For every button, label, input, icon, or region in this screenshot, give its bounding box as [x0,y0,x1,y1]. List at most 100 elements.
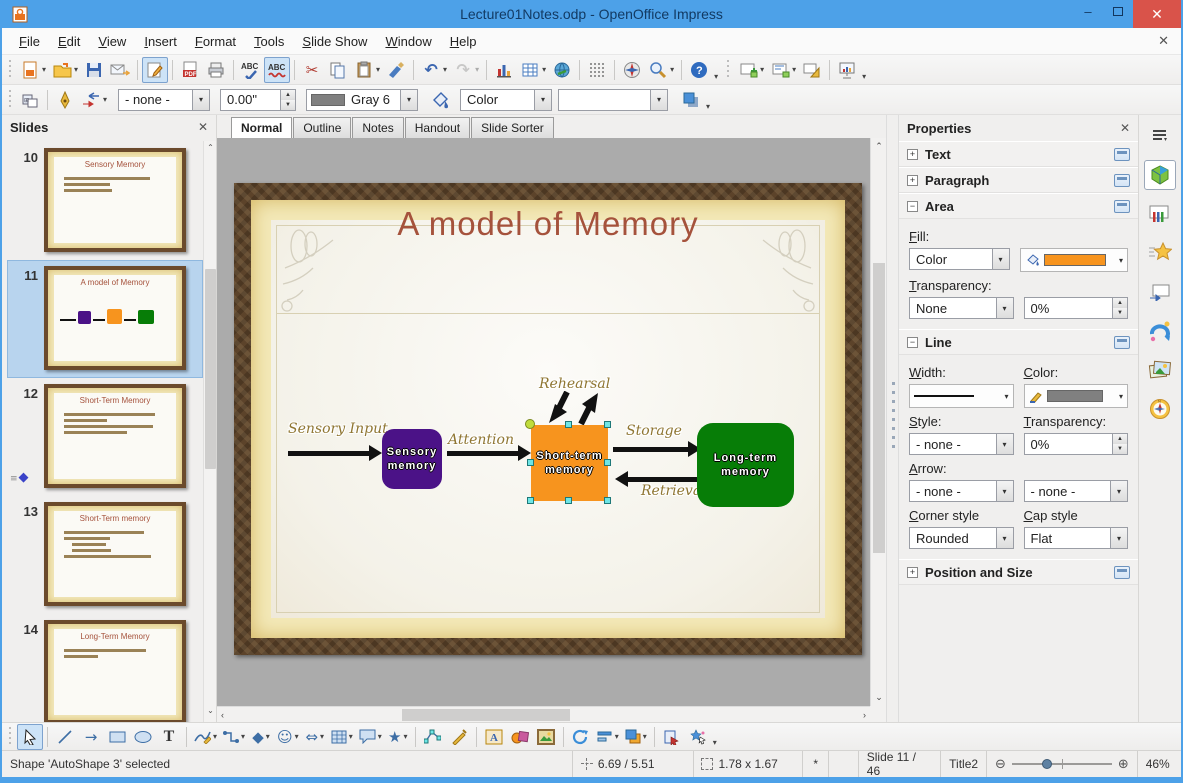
email-icon[interactable] [107,57,133,83]
scrollbar-thumb[interactable] [873,263,885,553]
toolbar-grip[interactable] [7,89,14,110]
slides-panel-scrollbar[interactable]: ⌃ ⌄ [203,141,216,722]
layout-name[interactable]: Title2 [941,751,986,777]
table-icon[interactable]: ▾ [517,57,549,83]
section-options-icon[interactable] [1114,173,1130,187]
sidebar-menu-icon[interactable] [1144,121,1176,151]
close-button[interactable]: ✕ [1133,0,1181,28]
autospellcheck-icon[interactable]: ABC [264,56,291,83]
box-short-term-memory[interactable]: Short-term memory [531,425,608,501]
redo-icon[interactable]: ↷ ▾ [450,57,482,83]
box-long-term-memory[interactable]: Long-term memory [697,423,794,507]
curve-icon[interactable]: ▾ [191,724,220,750]
shadow-icon[interactable] [678,87,704,113]
menu-tools[interactable]: Tools [245,30,293,53]
arrow-retrieval[interactable] [615,471,697,487]
horizontal-scrollbar[interactable]: ‹ › [217,706,870,722]
sidebar-splitter[interactable] [886,115,899,722]
zoom-percent[interactable]: 46% [1138,751,1181,777]
cap-style-select[interactable]: Flat ▾ [1023,527,1128,549]
arrow-sensory-input[interactable] [288,445,382,461]
line-style-select[interactable]: - none - ▾ [118,88,211,111]
slide-layout-icon[interactable]: ▾ [767,57,799,83]
box-sensory-memory[interactable]: Sensory memory [382,429,442,489]
section-line[interactable]: − Line [899,329,1138,355]
section-paragraph[interactable]: + Paragraph [899,167,1138,193]
section-options-icon[interactable] [1114,565,1130,579]
zoom-slider[interactable]: ⊖ ⊕ [987,757,1137,772]
toolbar-overflow-icon[interactable]: ▾ [706,102,710,111]
tab-slide-sorter[interactable]: Slide Sorter [471,117,554,138]
hyperlink-icon[interactable] [549,57,575,83]
rehearsal-arrows[interactable] [534,391,614,427]
close-document-icon[interactable]: ✕ [1158,33,1169,49]
slides-panel-close-icon[interactable]: ✕ [198,120,208,134]
gallery-icon[interactable] [1144,355,1176,385]
collapse-icon[interactable]: − [907,200,918,212]
section-text[interactable]: + Text [899,141,1138,167]
select-icon[interactable] [17,723,43,750]
basic-shapes-icon[interactable]: ◆ ▾ [248,724,274,750]
fontwork-icon[interactable]: A [481,724,507,750]
selection-handle[interactable] [527,497,534,504]
selection-handle[interactable] [565,421,572,428]
styles-formatting-icon[interactable] [1144,316,1176,346]
scrollbar-thumb[interactable] [205,269,216,469]
toolbar-grip[interactable] [7,726,14,747]
line-color-picker[interactable]: ▾ [1023,384,1128,408]
menu-slideshow[interactable]: Slide Show [293,30,376,53]
start-slideshow-icon[interactable] [834,57,860,83]
toolbar-grip[interactable] [725,59,733,80]
new-document-icon[interactable]: ▾ [17,57,49,83]
arrange-icon[interactable]: ▾ [622,724,650,750]
line-icon[interactable] [52,724,78,750]
spellcheck-icon[interactable]: ABC [238,57,264,83]
flowcharts-icon[interactable]: ▾ [328,724,356,750]
open-icon[interactable]: ▾ [49,57,81,83]
slide-canvas[interactable]: A model of Memory Sensory Input Sensory … [217,138,886,722]
text-icon[interactable]: T [156,724,182,750]
toolbar-overflow-icon[interactable]: ▾ [862,72,866,81]
slide-11[interactable]: A model of Memory Sensory Input Sensory … [234,183,862,655]
cut-icon[interactable]: ✂ [299,57,325,83]
fill-color-select[interactable]: ▾ [558,88,669,111]
position-size-icon[interactable]: ⊞ [17,87,43,113]
interaction-icon[interactable] [659,724,685,750]
selection-handle[interactable] [604,497,611,504]
navigator-tab-icon[interactable]: N [1144,394,1176,424]
scroll-up-icon[interactable]: ⌃ [204,143,217,157]
arrow-end-select[interactable]: - none - ▾ [1023,480,1128,502]
expand-icon[interactable]: + [907,148,918,160]
arrow-start-select[interactable]: - none - ▾ [909,480,1014,502]
master-pages-icon[interactable] [1144,199,1176,229]
transparency-value-input[interactable]: 0% ▲ ▼ [1023,297,1128,319]
selection-handle[interactable] [604,459,611,466]
zoom-icon[interactable]: ▾ [645,57,677,83]
line-transparency-input[interactable]: 0% ▲ ▼ [1023,433,1128,455]
zoom-out-icon[interactable]: ⊖ [995,757,1006,772]
scrollbar-thumb[interactable] [402,709,570,721]
label-attention[interactable]: Attention [448,432,514,448]
connector-icon[interactable]: ▾ [220,724,248,750]
tab-outline[interactable]: Outline [293,117,352,138]
line-width-input[interactable]: 0.00" ▲ ▼ [220,88,297,111]
zoom-in-icon[interactable]: ⊕ [1118,757,1129,772]
stars-icon[interactable]: ★ ▾ [385,724,411,750]
cursor-position[interactable]: 6.69 / 5.51 [573,751,693,777]
copy-icon[interactable] [325,57,351,83]
slide-thumbnail-11[interactable]: 11 A model of Memory [7,260,203,378]
slide-thumbnail-12[interactable]: 12 Short-Term Memory ◆ [8,379,202,495]
label-rehearsal[interactable]: Rehearsal [539,376,610,392]
symbol-shapes-icon[interactable]: ☺ ▾ [274,724,302,750]
fill-color-picker[interactable]: ▾ [1019,248,1128,272]
edit-file-icon[interactable] [142,56,169,83]
expand-icon[interactable]: + [907,566,918,578]
menu-file[interactable]: File [10,30,49,53]
menu-help[interactable]: Help [441,30,486,53]
section-options-icon[interactable] [1114,335,1130,349]
section-position-size[interactable]: + Position and Size [899,559,1138,585]
label-sensory-input[interactable]: Sensory Input [288,421,388,437]
align-icon[interactable]: ▾ [594,724,622,750]
tab-normal[interactable]: Normal [231,117,293,139]
fill-type-select[interactable]: Color ▾ [909,248,1010,270]
